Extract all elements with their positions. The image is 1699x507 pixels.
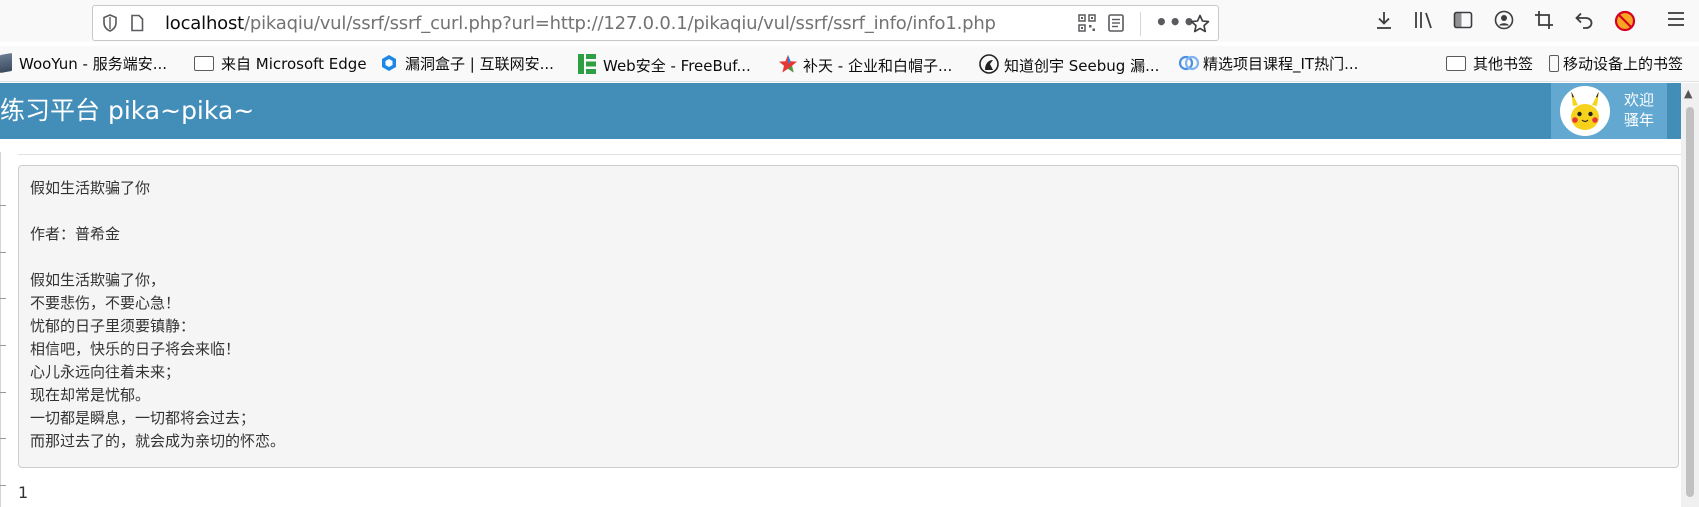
bookmark-vulbox[interactable]: 漏洞盒子 | 互联网安... <box>380 54 554 74</box>
poem-line: 不要悲伤，不要心急！ <box>30 294 181 312</box>
bookmark-seebug[interactable]: 知道创宇 Seebug 漏... <box>979 54 1159 76</box>
library-icon[interactable] <box>1413 10 1435 35</box>
vulbox-icon <box>380 54 398 72</box>
poem-line: 一切都是瞬息，一切都将会过去； <box>30 409 256 427</box>
bookmark-wooyun[interactable]: WooYun - 服务端安... <box>0 52 168 74</box>
bookmark-mobile-folder[interactable]: 移动设备上的书签 <box>1549 54 1683 74</box>
back-icon[interactable] <box>1574 10 1594 35</box>
seebug-icon <box>979 54 999 74</box>
bookmark-label: WooYun - 服务端安... <box>19 55 168 73</box>
shield-icon[interactable] <box>102 14 118 36</box>
bookmark-label: 漏洞盒子 | 互联网安... <box>405 55 554 73</box>
bookmark-label: 补天 - 企业和白帽子... <box>803 57 953 75</box>
poem-box: 假如生活欺骗了你 作者：普希金 假如生活欺骗了你， 不要悲伤，不要心急！ 忧郁的… <box>18 165 1679 468</box>
folder-icon <box>1446 56 1466 71</box>
sidebar-icon[interactable] <box>1453 10 1473 35</box>
sidebar-edge-mark <box>0 485 6 486</box>
screenshot-icon[interactable] <box>1534 10 1554 35</box>
sidebar-edge-mark <box>0 345 6 346</box>
poem-line: 忧郁的日子里须要镇静： <box>30 317 196 335</box>
mobile-icon <box>1549 55 1559 72</box>
poem-title: 假如生活欺骗了你 <box>30 179 151 197</box>
bookmark-butian[interactable]: 补天 - 企业和白帽子... <box>778 54 952 76</box>
qr-code-icon[interactable] <box>1078 14 1096 36</box>
bookmark-label: 精选项目课程_IT热门... <box>1203 55 1359 73</box>
butian-icon <box>778 54 797 73</box>
bookmark-star-icon[interactable] <box>1190 14 1210 37</box>
address-bar[interactable]: localhost/pikaqiu/vul/ssrf/ssrf_curl.php… <box>92 5 1219 41</box>
greeting-line: 欢迎 <box>1624 91 1655 109</box>
account-icon[interactable] <box>1494 10 1514 35</box>
username: 骚年 <box>1624 111 1655 129</box>
bookmark-label: 移动设备上的书签 <box>1563 55 1684 73</box>
bookmark-label: 来自 Microsoft Edge <box>221 55 367 73</box>
bookmark-other-folder[interactable]: 其他书签 <box>1446 54 1533 74</box>
url-text[interactable]: localhost/pikaqiu/vul/ssrf/ssrf_curl.php… <box>165 14 996 34</box>
sidebar-edge-mark <box>0 205 6 206</box>
content-divider <box>18 154 1681 155</box>
sidebar-edge-mark <box>0 438 6 439</box>
page-info-icon[interactable] <box>130 14 144 36</box>
reader-view-icon[interactable] <box>1108 14 1124 36</box>
folder-icon <box>194 56 214 71</box>
page-scrollbar[interactable]: ▲ <box>1681 83 1699 507</box>
menu-icon[interactable] <box>1667 10 1685 33</box>
bookmark-edge-folder[interactable]: 来自 Microsoft Edge <box>194 54 367 74</box>
course-icon <box>1178 54 1200 72</box>
download-icon[interactable] <box>1374 10 1394 35</box>
wooyun-icon <box>0 52 12 74</box>
url-path: /pikaqiu/vul/ssrf/ssrf_curl.php?url=http… <box>244 13 996 34</box>
scroll-up-arrow-icon[interactable]: ▲ <box>1684 87 1692 100</box>
sidebar-edge-mark <box>0 252 6 253</box>
avatar <box>1560 86 1610 136</box>
bookmark-label: 知道创宇 Seebug 漏... <box>1004 57 1160 75</box>
poem-line: 心儿永远向往着未来； <box>30 363 181 381</box>
browser-toolbar: localhost/pikaqiu/vul/ssrf/ssrf_curl.php… <box>0 0 1699 42</box>
bookmark-course[interactable]: 精选项目课程_IT热门... <box>1178 54 1358 74</box>
user-menu[interactable]: 欢迎 骚年 <box>1551 83 1667 139</box>
blocker-icon[interactable] <box>1614 10 1636 37</box>
url-separator <box>1140 12 1141 36</box>
bookmark-label: 其他书签 <box>1473 55 1534 73</box>
poem-line: 而那过去了的，就会成为亲切的怀恋。 <box>30 432 286 450</box>
sidebar-edge-mark <box>0 298 6 299</box>
poem-author: 作者：普希金 <box>30 225 121 243</box>
poem-line: 现在却常是忧郁。 <box>30 386 151 404</box>
bookmarks-bar: WooYun - 服务端安... 来自 Microsoft Edge 漏洞盒子 … <box>0 46 1699 82</box>
freebuf-icon <box>578 54 596 74</box>
poem-line: 相信吧，快乐的日子将会来临！ <box>30 340 241 358</box>
scroll-thumb[interactable] <box>1686 107 1694 497</box>
poem-line: 假如生活欺骗了你， <box>30 271 166 289</box>
site-title[interactable]: 练习平台 pika~pika~ <box>0 95 254 127</box>
url-host: localhost <box>165 13 244 34</box>
site-header: 练习平台 pika~pika~ 欢迎 骚年 <box>0 83 1681 139</box>
bookmark-freebuf[interactable]: Web安全 - FreeBuf... <box>578 54 751 76</box>
sidebar-edge-mark <box>0 392 6 393</box>
bookmark-label: Web安全 - FreeBuf... <box>603 57 751 75</box>
result-count: 1 <box>18 483 29 502</box>
user-greeting: 欢迎 骚年 <box>1624 90 1654 130</box>
